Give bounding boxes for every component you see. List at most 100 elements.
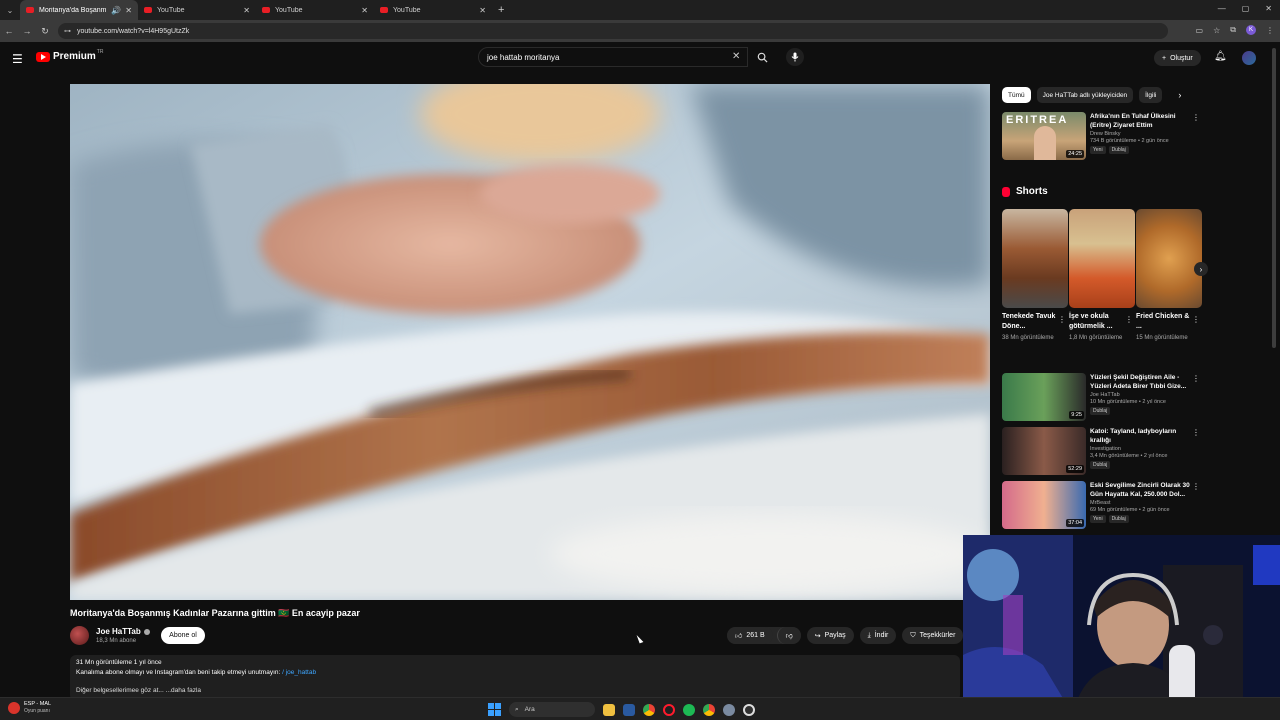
- channel-name[interactable]: Investigation: [1090, 446, 1194, 452]
- taskbar-search[interactable]: ⌕ Ara: [509, 702, 595, 717]
- more-options-icon[interactable]: ⋮: [1192, 482, 1200, 491]
- create-button[interactable]: + Oluştur: [1154, 50, 1201, 66]
- obs-icon[interactable]: [743, 703, 755, 716]
- video-duration: 9:25: [1069, 411, 1084, 419]
- shorts-next-button[interactable]: ›: [1194, 262, 1208, 276]
- video-title[interactable]: Katoi: Tayland, ladyboyların krallığı: [1090, 427, 1194, 445]
- recommended-video[interactable]: 52:29 Katoi: Tayland, ladyboyların krall…: [1002, 427, 1202, 475]
- video-title[interactable]: Eski Sevgilime Zincirli Olarak 30 Gün Ha…: [1090, 481, 1194, 499]
- like-count: 261 B: [746, 632, 765, 639]
- subscribe-button[interactable]: Abone ol: [161, 627, 205, 644]
- opera-icon[interactable]: [663, 703, 675, 716]
- back-icon[interactable]: ←: [0, 26, 18, 36]
- browser-tab[interactable]: YouTube ✕: [374, 0, 492, 20]
- recommended-video[interactable]: ERITREA 24:25 Afrika'nın En Tuhaf Ülkesi…: [1002, 112, 1202, 160]
- bookmark-star-icon[interactable]: ☆: [1213, 26, 1220, 35]
- browser-tab[interactable]: YouTube ✕: [256, 0, 374, 20]
- show-more-link[interactable]: ...daha fazla: [166, 687, 201, 694]
- short-title[interactable]: İşe ve okula götürmelik ...: [1069, 312, 1125, 332]
- close-window-icon[interactable]: ✕: [1265, 4, 1272, 13]
- channel-name[interactable]: MrBeast: [1090, 500, 1194, 506]
- maximize-icon[interactable]: ▢: [1242, 4, 1250, 13]
- description-box[interactable]: 31 Mn görüntüleme 1 yıl önce Kanalıma ab…: [70, 655, 960, 701]
- youtube-header: ☰ Premium TR joe hattab moritanya ✕ + Ol…: [0, 42, 1280, 74]
- file-explorer-icon[interactable]: [603, 703, 615, 716]
- description-line: Kanalıma abone olmayı ve Instagram'dan b…: [76, 669, 954, 676]
- steam-icon[interactable]: [623, 703, 635, 716]
- chrome-profile-icon[interactable]: [703, 703, 715, 716]
- voice-search-button[interactable]: [786, 48, 804, 66]
- more-options-icon[interactable]: ⋮: [1192, 428, 1200, 437]
- short-title[interactable]: Tenekede Tavuk Döne...: [1002, 312, 1058, 332]
- extensions-icon[interactable]: ⧉: [1230, 25, 1236, 35]
- short-thumbnail[interactable]: [1069, 209, 1135, 308]
- more-options-icon[interactable]: ⋮: [1192, 315, 1200, 324]
- video-info: Eski Sevgilime Zincirli Olarak 30 Gün Ha…: [1090, 481, 1194, 523]
- download-button[interactable]: ⤓ İndir: [859, 627, 897, 644]
- video-thumbnail[interactable]: 52:29: [1002, 427, 1086, 475]
- like-button[interactable]: 👍︎ 261 B: [727, 627, 773, 644]
- reload-icon[interactable]: ↻: [36, 26, 54, 37]
- instagram-link[interactable]: / joe_hattab: [282, 669, 316, 676]
- search-input[interactable]: joe hattab moritanya: [478, 47, 748, 67]
- video-title[interactable]: Yüzleri Şekil Değiştiren Aile - Yüzleri …: [1090, 373, 1194, 391]
- dislike-button[interactable]: 👎︎: [776, 627, 801, 644]
- youtube-premium-logo[interactable]: Premium TR: [36, 49, 103, 62]
- settings-gear-icon[interactable]: [723, 703, 735, 716]
- windows-start-icon[interactable]: [488, 703, 501, 716]
- page-scrollbar[interactable]: [1272, 48, 1276, 348]
- video-thumbnail[interactable]: 37:04: [1002, 481, 1086, 529]
- search-button[interactable]: [750, 47, 774, 67]
- chrome-icon[interactable]: [643, 703, 655, 716]
- short-thumbnail[interactable]: [1002, 209, 1068, 308]
- recommended-video[interactable]: 37:04 Eski Sevgilime Zincirli Olarak 30 …: [1002, 481, 1202, 529]
- spotify-icon[interactable]: [683, 703, 695, 716]
- forward-icon[interactable]: →: [18, 26, 36, 36]
- share-button[interactable]: ↪ Paylaş: [806, 627, 854, 644]
- chevron-right-icon[interactable]: ›: [1178, 90, 1181, 100]
- tab-search-icon[interactable]: ⌄: [0, 0, 20, 20]
- url-field[interactable]: ⊶ youtube.com/watch?v=l4H95gUtzZk: [58, 23, 1168, 39]
- recommended-video[interactable]: 9:25 Yüzleri Şekil Değiştiren Aile - Yüz…: [1002, 373, 1202, 421]
- channel-name-link[interactable]: Joe HaTTab: [96, 627, 150, 636]
- chip-all[interactable]: Tümü: [1002, 87, 1031, 103]
- channel-name[interactable]: Drew Binsky: [1090, 131, 1194, 137]
- cast-icon[interactable]: ▭: [1196, 26, 1204, 35]
- browser-tab-active[interactable]: Moritanya'da Boşanmış Ka 🔊 ✕: [20, 0, 138, 20]
- profile-avatar[interactable]: K: [1246, 25, 1256, 35]
- hamburger-menu-icon[interactable]: ☰: [12, 52, 23, 66]
- new-tab-button[interactable]: +: [498, 4, 504, 16]
- widgets-button[interactable]: ESP - MAL Oyun puanı: [8, 701, 51, 714]
- video-duration: 24:25: [1066, 150, 1084, 158]
- chip-from-uploader[interactable]: Joe HaTTab adlı yükleyiciden: [1036, 87, 1134, 103]
- more-options-icon[interactable]: ⋮: [1192, 374, 1200, 383]
- short-item[interactable]: Tenekede Tavuk Döne... 38 Mn görüntüleme…: [1002, 209, 1068, 343]
- close-tab-icon[interactable]: ✕: [125, 6, 132, 15]
- site-info-icon[interactable]: ⊶: [64, 27, 71, 35]
- thanks-button[interactable]: ⛉ Teşekkürler: [902, 627, 964, 644]
- video-player[interactable]: [70, 84, 990, 600]
- channel-avatar[interactable]: [70, 626, 89, 645]
- video-thumbnail[interactable]: 9:25: [1002, 373, 1086, 421]
- channel-name[interactable]: Joe HaTTab: [1090, 392, 1194, 398]
- short-thumbnail[interactable]: [1136, 209, 1202, 308]
- close-tab-icon[interactable]: ✕: [479, 6, 486, 15]
- short-item[interactable]: Fried Chicken & ... 15 Mn görüntüleme ⋮: [1136, 209, 1202, 343]
- more-options-icon[interactable]: ⋮: [1192, 113, 1200, 122]
- video-thumbnail[interactable]: ERITREA 24:25: [1002, 112, 1086, 160]
- short-title[interactable]: Fried Chicken & ...: [1136, 312, 1192, 332]
- close-tab-icon[interactable]: ✕: [243, 6, 250, 15]
- close-tab-icon[interactable]: ✕: [361, 6, 368, 15]
- webcam-overlay: [963, 535, 1280, 715]
- more-options-icon[interactable]: ⋮: [1125, 315, 1133, 324]
- clear-search-icon[interactable]: ✕: [732, 51, 740, 62]
- browser-menu-icon[interactable]: ⋮: [1266, 26, 1274, 35]
- notifications-bell-icon[interactable]: 🔔︎: [1214, 51, 1227, 62]
- more-options-icon[interactable]: ⋮: [1058, 315, 1066, 324]
- short-item[interactable]: İşe ve okula götürmelik ... 1,8 Mn görün…: [1069, 209, 1135, 343]
- browser-tab[interactable]: YouTube ✕: [138, 0, 256, 20]
- account-avatar[interactable]: [1242, 51, 1256, 65]
- video-title[interactable]: Afrika'nın En Tuhaf Ülkesini (Eritre) Zi…: [1090, 112, 1194, 130]
- chip-related[interactable]: İlgili: [1139, 87, 1163, 103]
- minimize-icon[interactable]: —: [1218, 4, 1226, 13]
